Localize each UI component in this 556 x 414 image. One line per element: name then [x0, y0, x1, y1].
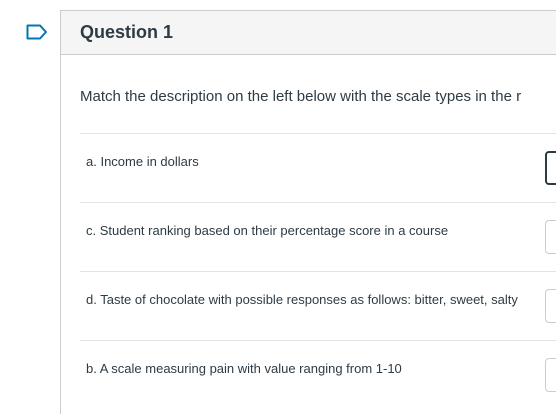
- match-label-c: c. Student ranking based on their percen…: [86, 223, 449, 238]
- divider: [80, 133, 556, 134]
- question-card: Question 1 Match the description on the …: [60, 10, 556, 414]
- divider: [80, 202, 556, 203]
- match-label-d: d. Taste of chocolate with possible resp…: [86, 292, 518, 307]
- match-select-d[interactable]: [545, 289, 556, 323]
- question-title: Question 1: [80, 22, 174, 42]
- match-label-b: b. A scale measuring pain with value ran…: [86, 361, 402, 376]
- match-select-b[interactable]: [545, 358, 556, 392]
- divider: [80, 340, 556, 341]
- quiz-page: Question 1 Match the description on the …: [0, 0, 556, 414]
- question-header: Question 1: [61, 11, 556, 55]
- divider: [80, 271, 556, 272]
- question-prompt: Match the description on the left below …: [80, 88, 522, 105]
- match-label-a: a. Income in dollars: [86, 154, 199, 169]
- match-select-a[interactable]: [545, 151, 556, 185]
- flag-question-icon[interactable]: [26, 24, 48, 40]
- match-select-c[interactable]: [545, 220, 556, 254]
